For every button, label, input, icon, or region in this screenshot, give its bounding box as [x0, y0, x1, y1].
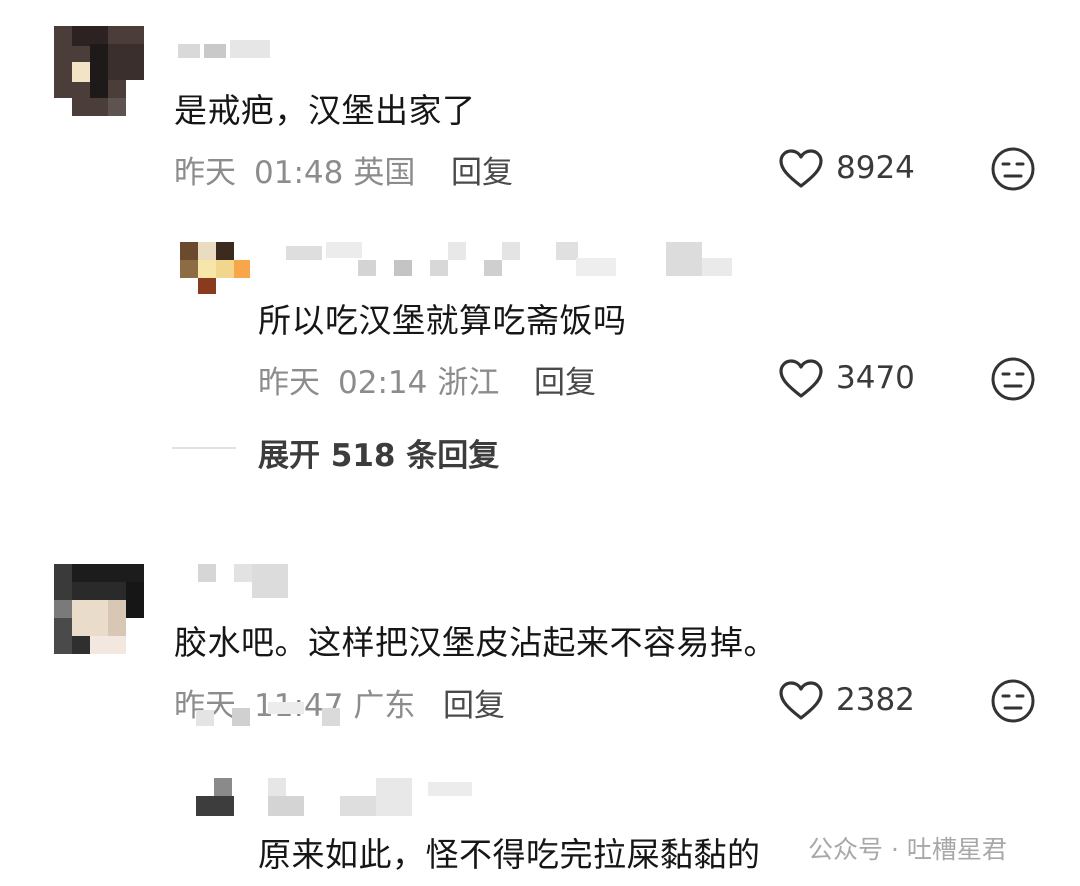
meh-face-icon[interactable]: [990, 678, 1036, 724]
comment-meta: 昨天 01:48 英国: [174, 147, 433, 192]
heart-outline-icon[interactable]: [778, 358, 824, 400]
blur-overlay: [196, 700, 346, 726]
comment-location: 广东: [353, 688, 416, 724]
username-blurred[interactable]: [268, 778, 478, 816]
like-count: 2382: [836, 682, 915, 718]
username-blurred[interactable]: [286, 242, 736, 276]
reply-button[interactable]: 回复: [443, 680, 505, 725]
comment-time: 01:48: [254, 155, 344, 191]
username-blurred[interactable]: [198, 564, 298, 598]
comment-location: 英国: [353, 155, 416, 191]
meh-face-icon[interactable]: [990, 146, 1036, 192]
comment-date: 昨天: [174, 155, 236, 191]
like-count: 8924: [836, 150, 915, 186]
heart-outline-icon[interactable]: [778, 148, 824, 190]
reply-text: 所以吃汉堡就算吃斋饭吗: [258, 301, 627, 340]
comment-text: 是戒疤，汉堡出家了: [174, 91, 476, 130]
reply-meta: 昨天 02:14 浙江: [258, 357, 517, 402]
expand-divider: [172, 447, 236, 449]
avatar[interactable]: [54, 564, 144, 654]
meh-face-icon[interactable]: [990, 356, 1036, 402]
reply-button[interactable]: 回复: [451, 147, 513, 192]
reply-location: 浙江: [437, 365, 500, 401]
heart-outline-icon[interactable]: [778, 680, 824, 722]
reply-avatar[interactable]: [196, 778, 234, 816]
reply-avatar[interactable]: [180, 242, 250, 294]
avatar[interactable]: [54, 26, 144, 116]
reply-date: 昨天: [258, 365, 320, 401]
watermark: 公众号 · 吐槽星君: [808, 835, 1007, 864]
like-count: 3470: [836, 360, 915, 396]
comment-text: 胶水吧。这样把汉堡皮沾起来不容易掉。: [174, 623, 777, 662]
expand-replies-button[interactable]: 展开 518 条回复: [258, 430, 499, 475]
reply-button[interactable]: 回复: [534, 357, 596, 402]
reply-text: 原来如此，怪不得吃完拉屎黏黏的: [258, 835, 761, 874]
username-blurred[interactable]: [178, 40, 288, 64]
reply-time: 02:14: [338, 365, 428, 401]
